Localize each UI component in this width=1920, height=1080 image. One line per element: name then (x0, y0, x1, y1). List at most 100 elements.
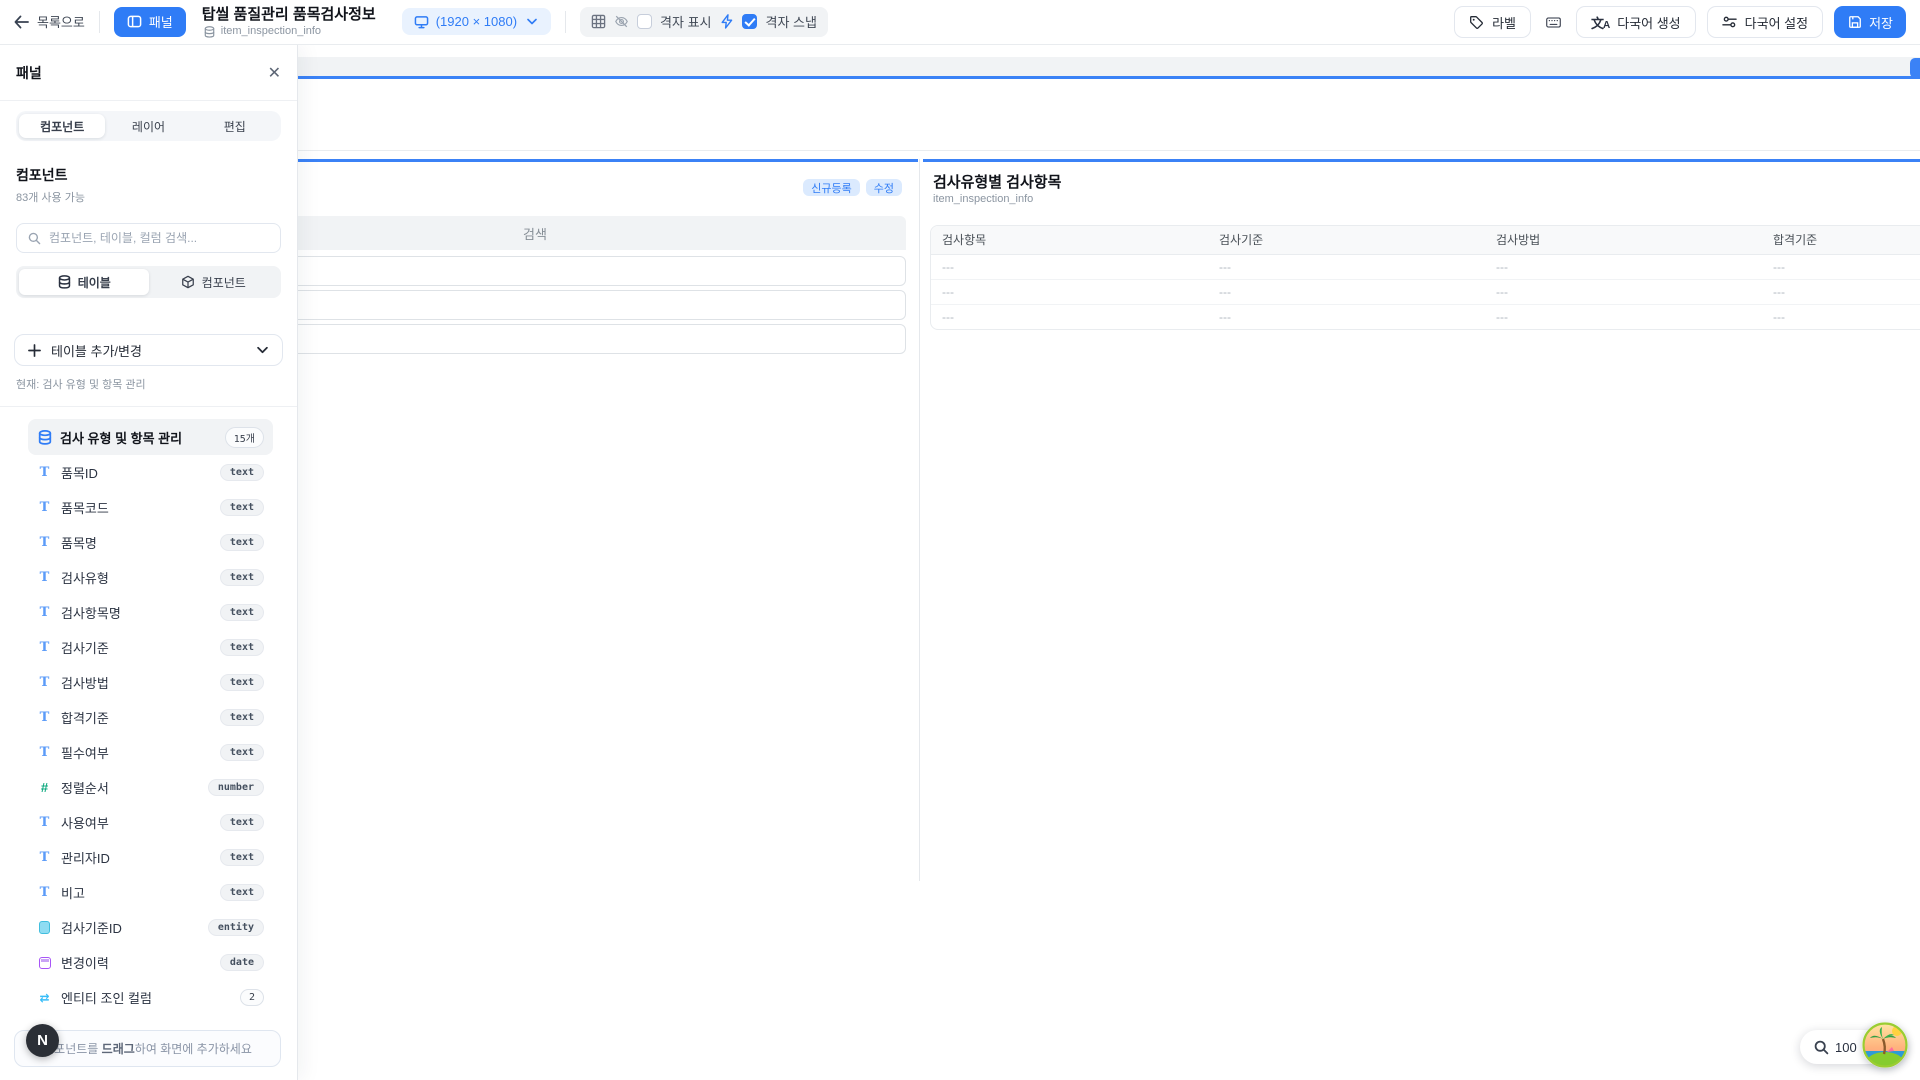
join-columns-item[interactable]: ⇄ 엔티티 조인 컬럼 2 (28, 980, 273, 1008)
table-cell: --- (931, 305, 1208, 329)
field-item[interactable]: T 필수여부 text (28, 735, 273, 770)
field-type-badge: text (220, 464, 264, 481)
label-button[interactable]: 라벨 (1454, 6, 1531, 38)
i18n-generate-label: 다국어 생성 (1617, 13, 1680, 32)
field-type-badge: text (220, 604, 264, 621)
field-count-badge: 15개 (225, 427, 264, 448)
table-cell: --- (1485, 305, 1762, 329)
selection-handle[interactable] (1910, 58, 1920, 78)
sliders-icon (1722, 15, 1737, 29)
field-item[interactable]: T 검사방법 text (28, 665, 273, 700)
available-count: 83개 사용 가능 (16, 189, 281, 205)
field-item[interactable]: T 검사항목명 text (28, 595, 273, 630)
table-column-header[interactable]: 검사기준 (1208, 226, 1485, 254)
resolution-selector[interactable]: (1920 × 1080) (402, 8, 551, 35)
i18n-settings-label: 다국어 설정 (1745, 13, 1808, 32)
island-avatar[interactable] (1862, 1022, 1908, 1068)
table-cell: --- (1762, 305, 1920, 329)
text-type-icon: T (37, 535, 52, 550)
field-item[interactable]: 검사기준ID entity (28, 910, 273, 945)
text-type-icon: T (37, 850, 52, 865)
inspection-table-component[interactable]: 검사유형별 검사항목 item_inspection_info 검사항목검사기준… (923, 159, 1920, 881)
field-item[interactable]: 변경이력 date (28, 945, 273, 980)
text-type-icon: T (37, 675, 52, 690)
add-table-button[interactable]: 테이블 추가/변경 (14, 334, 283, 366)
cube-icon (181, 275, 196, 289)
field-name: 검사기준 (61, 638, 109, 657)
text-type-icon: T (37, 710, 52, 725)
keyboard-shortcuts-button[interactable] (1542, 15, 1565, 30)
table-column-header[interactable]: 검사방법 (1485, 226, 1762, 254)
lightning-icon (719, 14, 734, 29)
text-type-icon: T (37, 885, 52, 900)
field-type-badge: text (220, 709, 264, 726)
table-group-row[interactable]: 검사 유형 및 항목 관리 15개 (28, 419, 273, 455)
table-cell: --- (931, 255, 1208, 279)
text-type-icon: T (37, 605, 52, 620)
field-item[interactable]: T 검사기준 text (28, 630, 273, 665)
grid-icon (591, 14, 606, 29)
register-button[interactable]: 신규등록 (803, 179, 859, 196)
database-icon (57, 275, 72, 289)
field-rows: T 품목ID text T 품목코드 text T 품목명 text T 검사유… (28, 455, 273, 980)
date-type-icon (37, 957, 52, 969)
tab-components[interactable]: 컴포넌트 (19, 114, 105, 138)
field-item[interactable]: T 관리자ID text (28, 840, 273, 875)
table-column-header[interactable]: 합격기준 (1762, 226, 1920, 254)
panel-toggle-button[interactable]: 패널 (114, 7, 186, 37)
field-item[interactable]: T 품목명 text (28, 525, 273, 560)
table-group-name: 검사 유형 및 항목 관리 (60, 428, 182, 447)
translate-icon: 文A (1591, 13, 1609, 32)
field-name: 검사유형 (61, 568, 109, 587)
field-item[interactable]: T 합격기준 text (28, 700, 273, 735)
close-icon[interactable]: ✕ (268, 63, 281, 83)
table-row[interactable]: ------------ (931, 255, 1920, 280)
field-item[interactable]: T 비고 text (28, 875, 273, 910)
field-type-badge: entity (208, 919, 264, 936)
field-item[interactable]: T 품목ID text (28, 455, 273, 490)
back-button[interactable]: 목록으로 (14, 12, 85, 31)
tab-layers[interactable]: 레이어 (105, 114, 191, 138)
top-bar: 목록으로 패널 탑씰 품질관리 품목검사정보 item_inspection_i… (0, 0, 1920, 45)
join-icon: ⇄ (37, 991, 52, 1005)
component-title: 검사유형별 검사항목 (933, 171, 1061, 192)
field-item[interactable]: # 정렬순서 number (28, 770, 273, 805)
keyboard-icon (1546, 15, 1561, 30)
grid-show-label: 격자 표시 (660, 12, 711, 31)
edit-button[interactable]: 수정 (866, 179, 902, 196)
source-tab-tables[interactable]: 테이블 (19, 269, 149, 295)
data-table[interactable]: 검사항목검사기준검사방법합격기준 -----------------------… (930, 225, 1920, 330)
field-item[interactable]: T 품목코드 text (28, 490, 273, 525)
source-toggle: 테이블 컴포넌트 (16, 266, 281, 298)
text-type-icon: T (37, 465, 52, 480)
panel-divider (919, 159, 920, 881)
join-count-badge: 2 (240, 989, 264, 1006)
table-cell: --- (1485, 280, 1762, 304)
database-icon (37, 430, 52, 445)
i18n-generate-button[interactable]: 文A 다국어 생성 (1576, 6, 1696, 38)
tab-edit[interactable]: 편집 (192, 114, 278, 138)
field-item[interactable]: T 사용여부 text (28, 805, 273, 840)
number-type-icon: # (37, 780, 52, 795)
grid-snap-checkbox[interactable] (742, 14, 757, 29)
grid-show-checkbox[interactable] (637, 14, 652, 29)
field-name: 품목명 (61, 533, 97, 552)
table-row[interactable]: ------------ (931, 305, 1920, 329)
field-type-badge: text (220, 534, 264, 551)
table-column-header[interactable]: 검사항목 (931, 226, 1208, 254)
field-type-badge: text (220, 639, 264, 656)
source-tab-components[interactable]: 컴포넌트 (149, 269, 279, 295)
i18n-settings-button[interactable]: 다국어 설정 (1707, 6, 1823, 38)
n-floating-badge[interactable]: N (26, 1024, 59, 1057)
table-row[interactable]: ------------ (931, 280, 1920, 305)
join-item-label: 엔티티 조인 컬럼 (61, 988, 152, 1007)
field-type-badge: text (220, 849, 264, 866)
save-button[interactable]: 저장 (1834, 6, 1906, 38)
field-type-badge: number (208, 779, 264, 796)
grid-toolbar: 격자 표시 격자 스냅 (580, 7, 828, 37)
database-icon (202, 26, 217, 38)
save-icon (1847, 15, 1862, 29)
field-item[interactable]: T 검사유형 text (28, 560, 273, 595)
zoom-level: 100 (1835, 1040, 1857, 1055)
search-input[interactable] (49, 231, 270, 245)
